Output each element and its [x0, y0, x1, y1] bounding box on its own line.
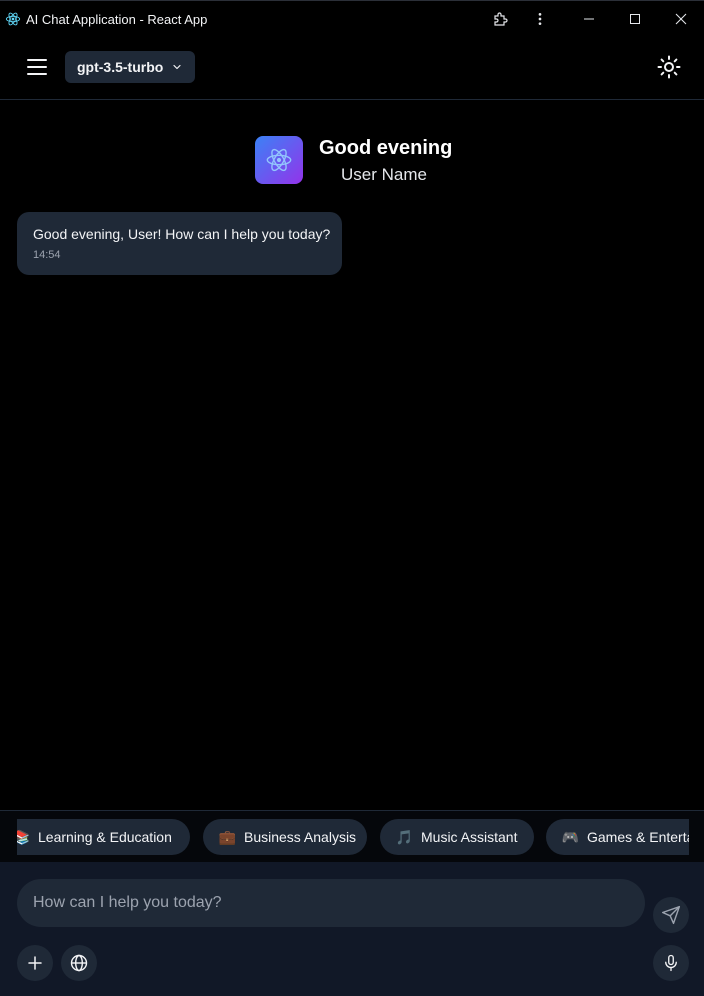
web-search-button[interactable]: [61, 945, 97, 981]
sun-icon: [657, 55, 681, 79]
app-header: gpt-3.5-turbo: [0, 36, 704, 100]
menu-button[interactable]: [22, 52, 52, 82]
theme-toggle-button[interactable]: [654, 52, 684, 82]
suggestion-label: Business Analysis: [244, 829, 357, 845]
vertical-dots-icon: [538, 13, 542, 25]
atom-icon: [266, 148, 292, 172]
suggestion-label: Music Assistant: [421, 829, 518, 845]
minimize-button[interactable]: [566, 1, 612, 37]
greeting-title: Good evening: [319, 137, 453, 159]
more-options-button[interactable]: [517, 1, 563, 37]
suggestion-chip-games[interactable]: 🎮 Games & Entertainment: [546, 819, 689, 855]
music-note-icon: 🎵: [395, 828, 414, 845]
game-controller-icon: 🎮: [561, 828, 580, 845]
plus-icon: [28, 956, 42, 970]
window-titlebar: AI Chat Application - React App: [0, 0, 704, 36]
model-selector[interactable]: gpt-3.5-turbo: [65, 51, 196, 83]
suggestion-label: Games & Entertainment: [587, 829, 689, 845]
message-text: Good evening, User! How can I help you t…: [33, 226, 331, 242]
voice-input-button[interactable]: [653, 945, 689, 981]
suggestions-scroll[interactable]: 📚 Learning & Education 💼 Business Analys…: [17, 819, 689, 855]
suggestion-chip-learning[interactable]: 📚 Learning & Education: [17, 819, 190, 855]
chevron-down-icon: [173, 64, 181, 70]
window-title: AI Chat Application - React App: [26, 12, 208, 27]
greeting-username: User Name: [341, 165, 427, 184]
maximize-button[interactable]: [612, 1, 658, 37]
suggestion-label: Learning & Education: [38, 829, 172, 845]
attach-button[interactable]: [17, 945, 53, 981]
assistant-avatar: [255, 136, 303, 184]
books-icon: 📚: [17, 828, 31, 845]
send-button[interactable]: [653, 897, 689, 933]
message-timestamp: 14:54: [33, 249, 61, 261]
react-app-icon: [5, 12, 21, 26]
composer: [0, 862, 704, 996]
globe-icon: [70, 954, 88, 972]
message-input[interactable]: [17, 879, 645, 927]
suggestion-chip-music[interactable]: 🎵 Music Assistant: [380, 819, 534, 855]
suggestions-bar: 📚 Learning & Education 💼 Business Analys…: [0, 810, 704, 862]
hamburger-icon: [27, 59, 47, 75]
close-window-button[interactable]: [658, 1, 704, 37]
microphone-icon: [665, 954, 677, 972]
briefcase-icon: 💼: [218, 828, 237, 845]
assistant-message-bubble: Good evening, User! How can I help you t…: [17, 212, 342, 275]
model-name: gpt-3.5-turbo: [77, 59, 164, 75]
minimize-icon: [584, 18, 594, 20]
puzzle-icon: [494, 12, 508, 26]
maximize-icon: [630, 14, 640, 24]
close-icon: [675, 13, 687, 25]
send-icon: [661, 905, 681, 925]
suggestion-chip-business[interactable]: 💼 Business Analysis: [203, 819, 367, 855]
